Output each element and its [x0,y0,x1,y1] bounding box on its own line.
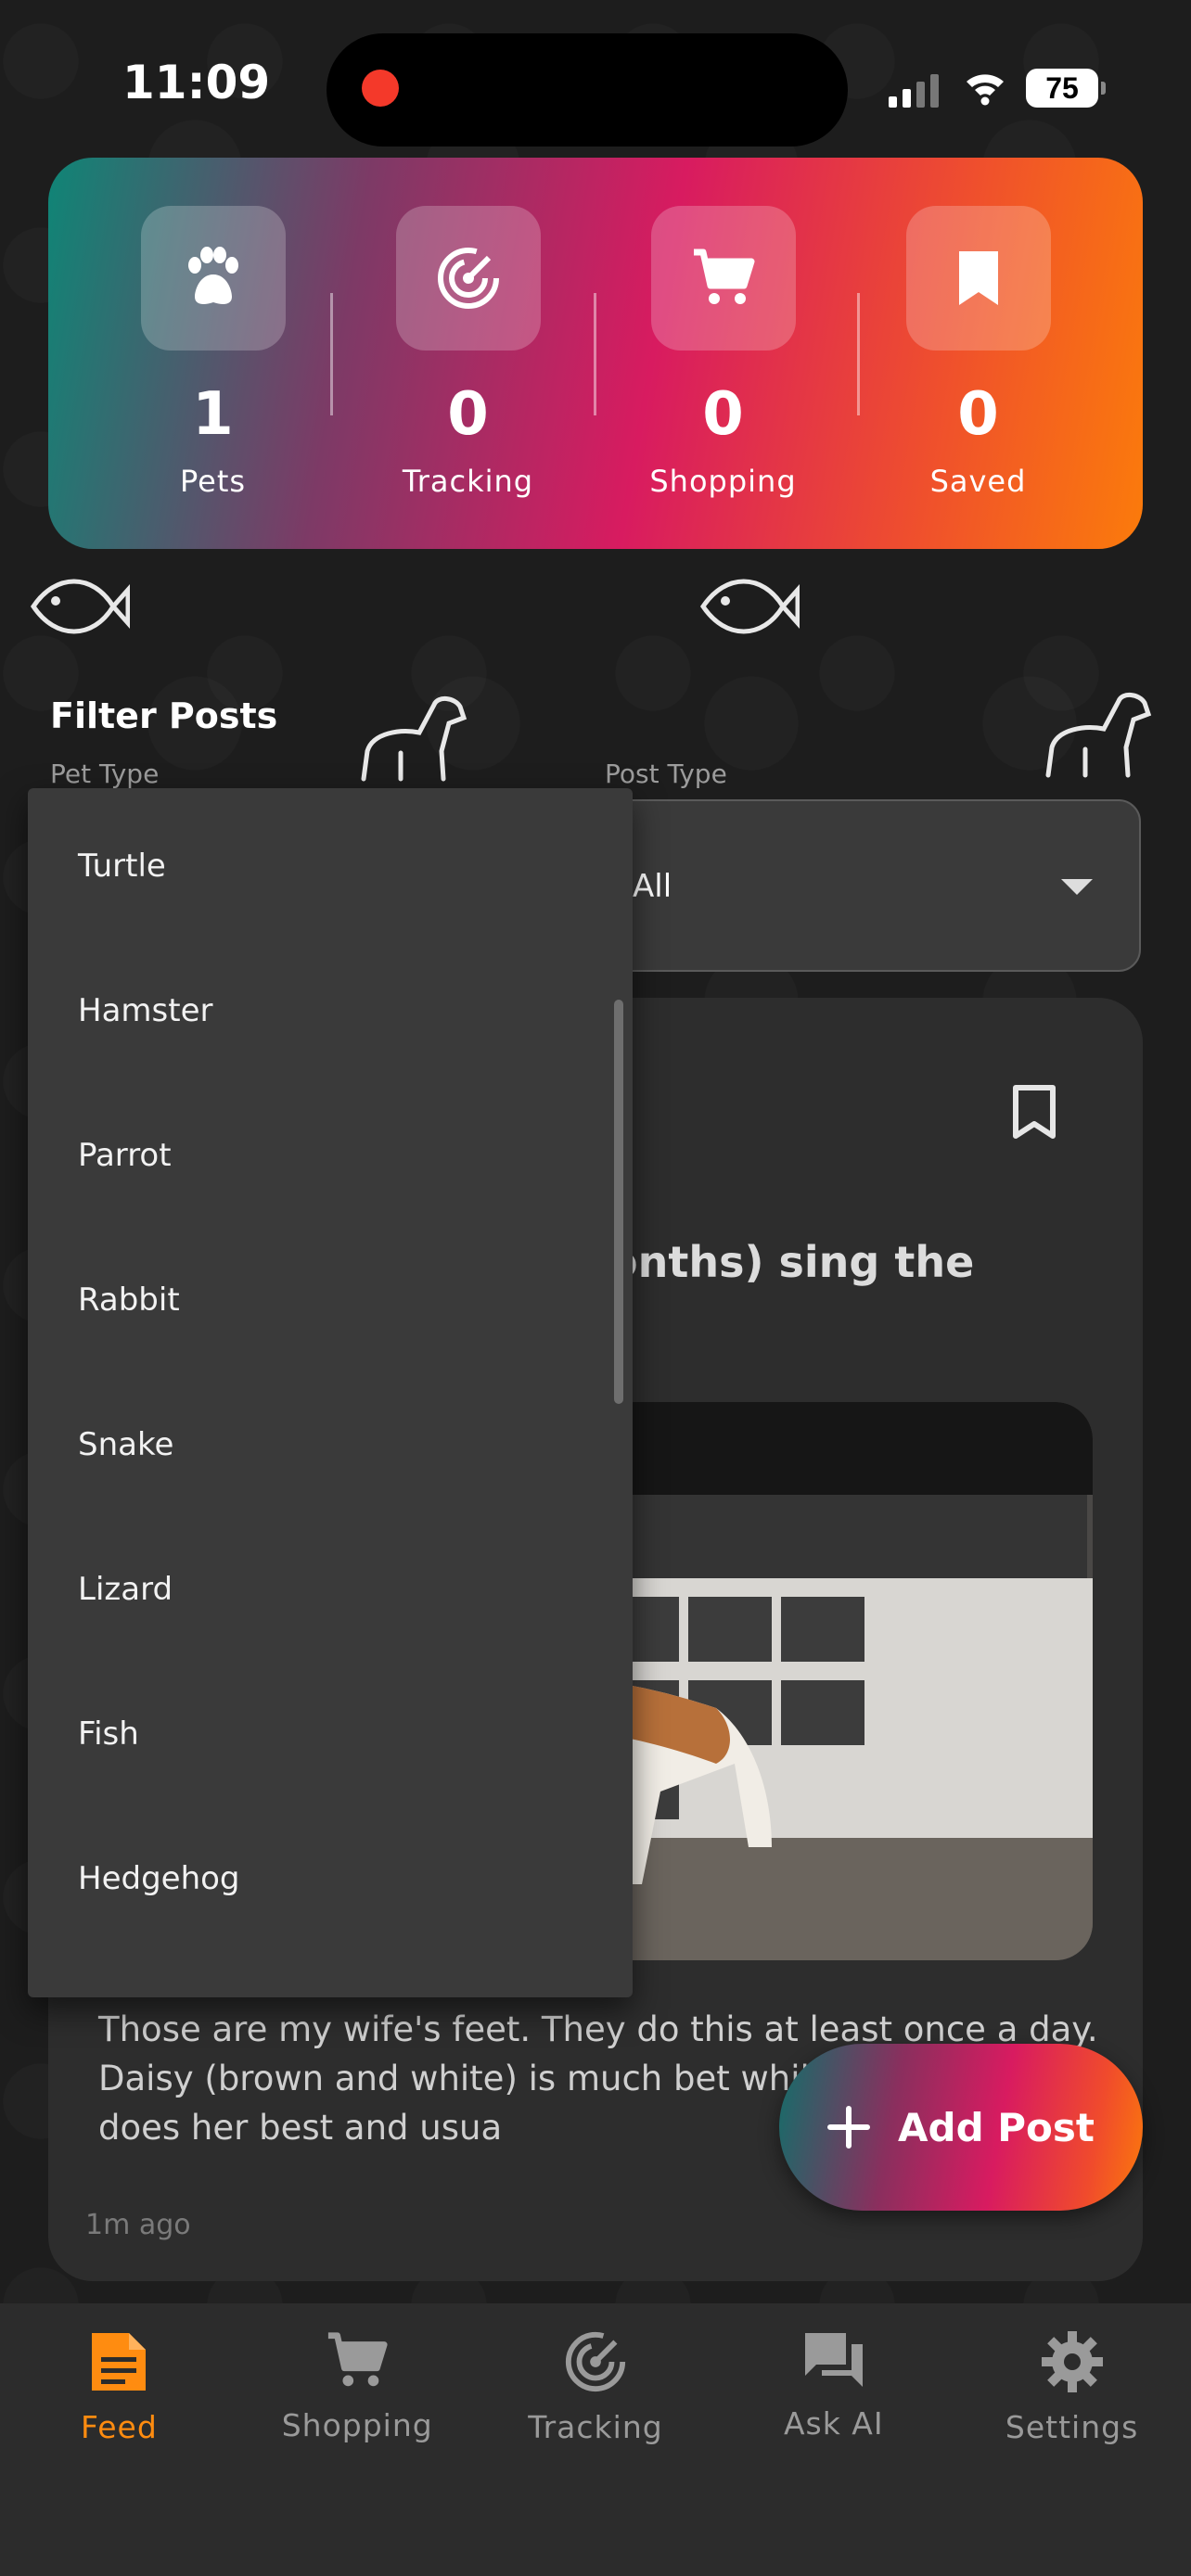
tracking-icon [395,206,541,351]
stat-saved[interactable]: 0 Saved [886,206,1071,499]
nav-label: Tracking [528,2409,663,2445]
nav-label: Settings [1005,2409,1139,2445]
cart-icon [650,206,796,351]
feed-icon [92,2333,147,2391]
signal-icon [889,74,939,108]
bookmark-icon [905,206,1051,351]
stat-shopping[interactable]: 0 Shopping [631,206,816,499]
stat-label: Shopping [649,464,797,499]
recording-indicator-icon [362,70,399,107]
chat-icon [804,2333,863,2387]
stats-summary-card: 1 Pets 0 Tracking 0 Shopping 0 Saved [48,158,1143,549]
dog-decoration-icon [361,696,467,782]
stat-value: 0 [957,380,999,449]
stat-tracking[interactable]: 0 Tracking [376,206,561,499]
cart-icon [328,2332,388,2387]
stat-value: 0 [447,380,489,449]
post-type-select[interactable]: All [590,799,1141,972]
add-post-button[interactable]: Add Post [779,2044,1143,2211]
wifi-icon [967,74,1004,106]
dropdown-option-lizard[interactable]: Lizard [78,1571,173,1608]
bottom-navigation: Feed Shopping Tracking Ask AI Settings [0,2303,1191,2576]
nav-shopping[interactable]: Shopping [238,2303,477,2576]
nav-label: Shopping [281,2407,433,2443]
divider [857,293,860,415]
post-timestamp: 1m ago [85,2209,191,2241]
bookmark-outline-icon[interactable] [1011,1083,1057,1141]
post-title: onths) sing the [608,1237,975,1287]
dropdown-option-hedgehog[interactable]: Hedgehog [78,1860,240,1897]
dropdown-arrow-icon [1061,879,1093,895]
dropdown-option-snake[interactable]: Snake [78,1426,173,1463]
post-type-label: Post Type [605,759,727,789]
stat-label: Pets [179,464,247,499]
dropdown-option-parrot[interactable]: Parrot [78,1137,172,1174]
status-time: 11:09 [122,56,271,109]
stat-value: 1 [192,380,234,449]
tracking-icon [565,2331,626,2392]
dropdown-option-rabbit[interactable]: Rabbit [78,1282,180,1319]
fish-decoration-icon [699,579,800,634]
paw-icon [140,206,286,351]
filter-posts-title: Filter Posts [50,695,278,736]
gear-icon [1041,2331,1103,2392]
dropdown-option-hamster[interactable]: Hamster [78,992,212,1029]
nav-label: Ask AI [783,2405,884,2442]
pet-type-dropdown-menu[interactable]: Turtle Hamster Parrot Rabbit Snake Lizar… [28,788,633,1997]
stat-pets[interactable]: 1 Pets [121,206,306,499]
pet-type-label: Pet Type [50,759,160,789]
dropdown-option-turtle[interactable]: Turtle [78,848,166,885]
nav-feed[interactable]: Feed [0,2303,238,2576]
dropdown-scrollbar[interactable] [614,1000,623,1404]
dropdown-option-fish[interactable]: Fish [78,1715,139,1753]
stat-value: 0 [702,380,744,449]
nav-label: Feed [81,2409,158,2445]
stat-label: Tracking [402,464,534,499]
divider [594,293,596,415]
nav-ask-ai[interactable]: Ask AI [714,2303,953,2576]
fish-decoration-icon [30,579,130,634]
nav-settings[interactable]: Settings [953,2303,1191,2576]
stat-label: Saved [929,464,1027,499]
dog-decoration-icon [1045,693,1152,778]
dynamic-island [327,33,848,147]
divider [330,293,333,415]
battery-indicator: 75 [1026,69,1106,108]
add-post-label: Add Post [898,2104,1095,2150]
post-type-value: All [633,868,672,905]
nav-tracking[interactable]: Tracking [477,2303,715,2576]
plus-icon [827,2106,871,2149]
